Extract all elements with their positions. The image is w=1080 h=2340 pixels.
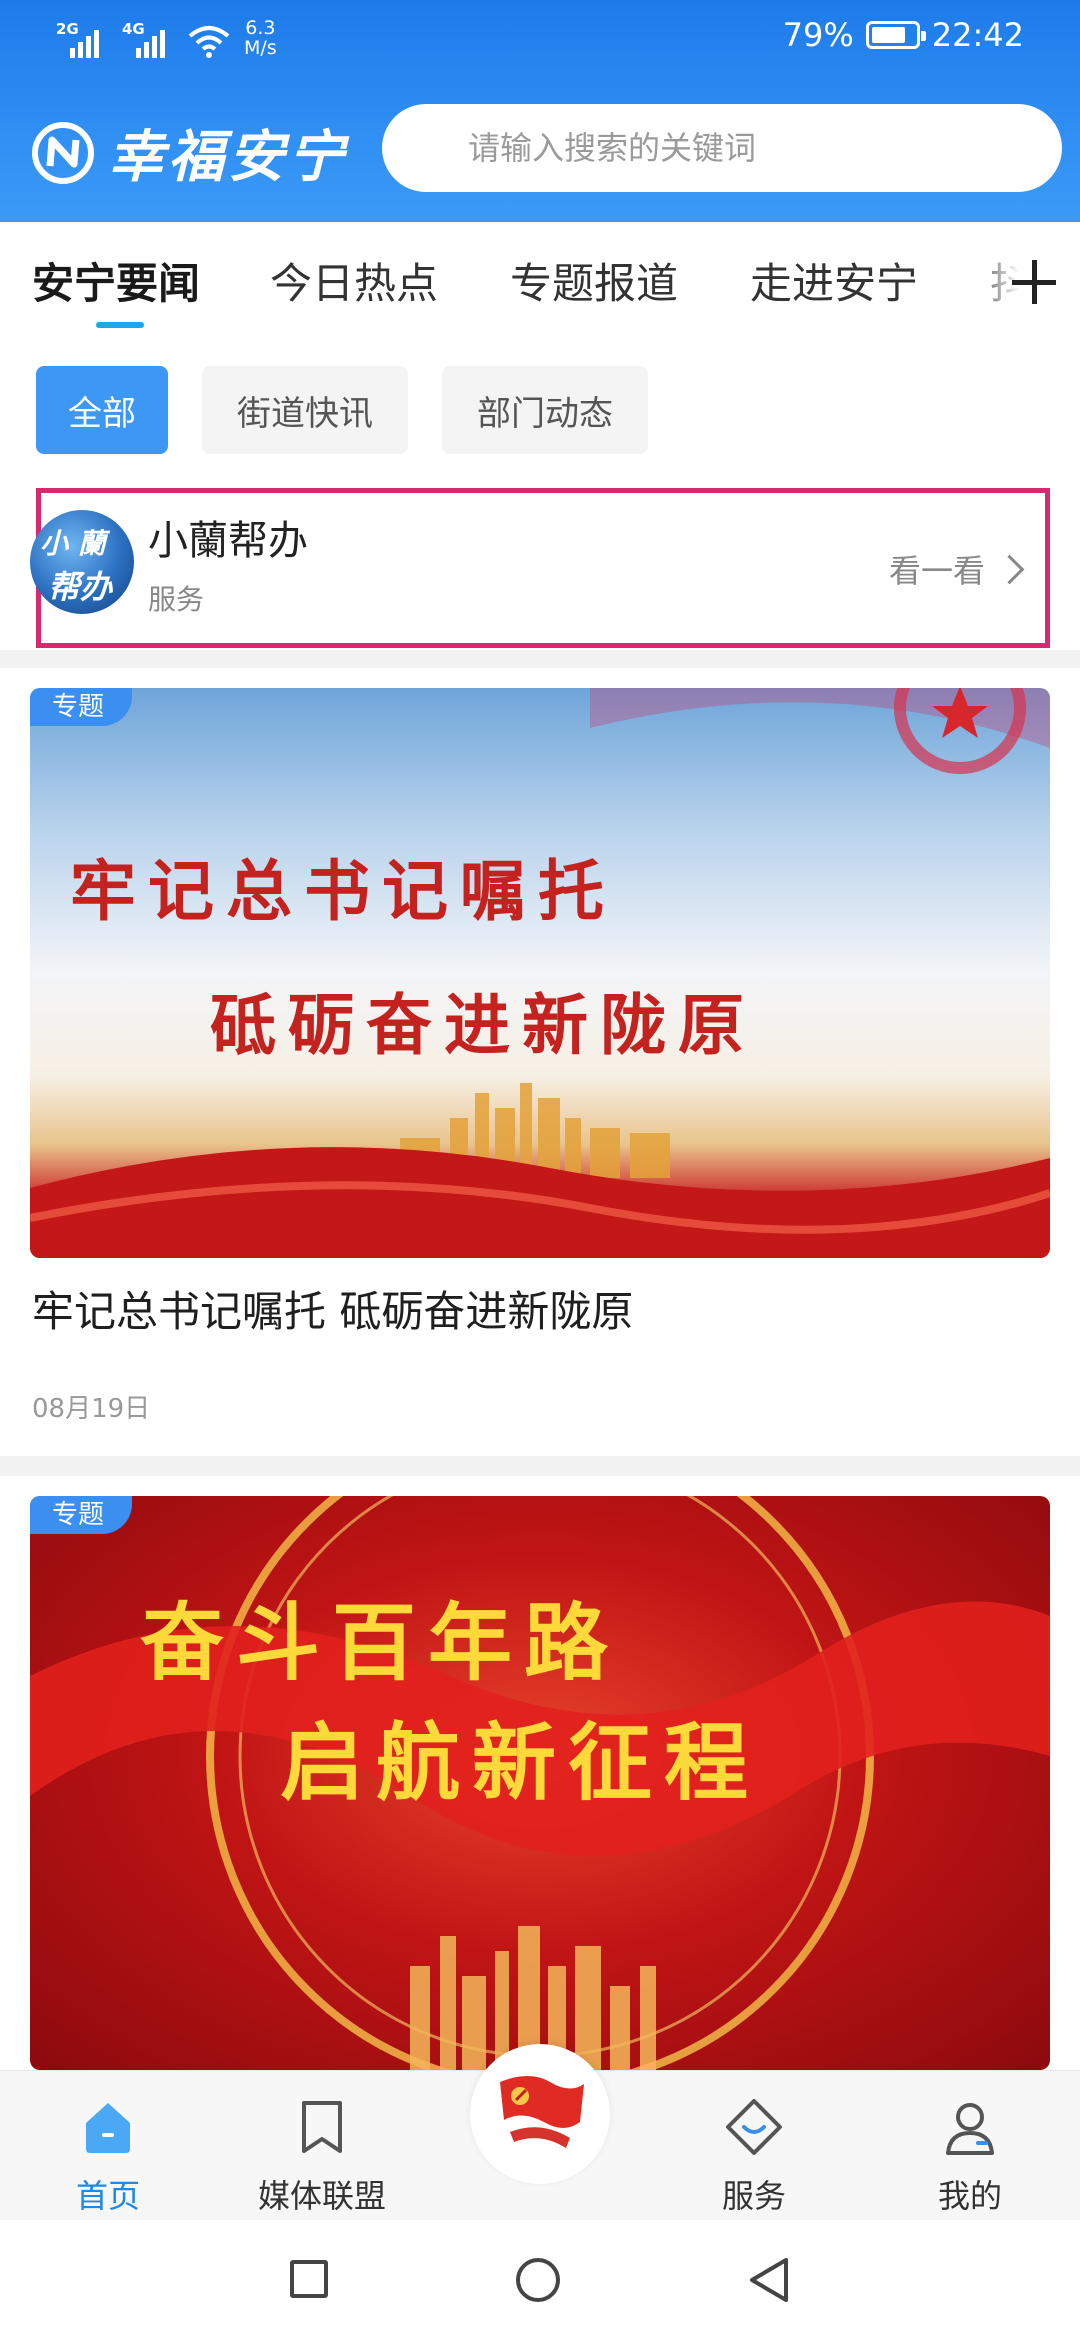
battery-icon [865, 21, 926, 49]
network-speed: 6.3 M/s [244, 18, 277, 58]
poster-headline: 奋斗百年路 [140, 1593, 621, 1692]
system-nav-bar [0, 2220, 1080, 2340]
speed-value: 6.3 [245, 17, 276, 39]
avatar-lettering: 小 蘭 [40, 527, 106, 560]
app-logo: 幸福安宁 [30, 112, 348, 193]
tab-special-report[interactable]: 专题报道 [510, 250, 678, 311]
filter-street-news[interactable]: 街道快讯 [202, 366, 408, 454]
nav-label: 服务 [721, 2177, 786, 2215]
status-bar: 2G 4G 6.3 M/s 79% 22:42 [0, 0, 1080, 80]
filter-department-news[interactable]: 部门动态 [442, 366, 648, 454]
service-avatar: 小 蘭 帮办 [30, 510, 134, 614]
home-icon [86, 2103, 130, 2153]
clock: 22:42 [931, 16, 1024, 54]
bookmark-icon [302, 2101, 342, 2153]
active-tab-indicator [96, 322, 144, 328]
speed-unit: M/s [244, 37, 277, 59]
wifi-icon [188, 26, 230, 58]
filter-all[interactable]: 全部 [36, 366, 168, 454]
nav-label: 首页 [75, 2177, 140, 2215]
poster-headline: 启航新征程 [280, 1713, 761, 1812]
more-label: 看一看 [888, 552, 985, 590]
poster-headline: 牢记总书记嘱托 [70, 852, 616, 930]
nav-center-party-button[interactable] [470, 2044, 610, 2184]
article-date: 08月19日 [32, 1394, 151, 1424]
tab-today-hot[interactable]: 今日热点 [270, 250, 438, 311]
nav-service[interactable]: 服务 [654, 2071, 854, 2221]
nav-label: 我的 [937, 2177, 1002, 2215]
avatar-lettering: 帮办 [48, 568, 113, 606]
service-subtitle: 服务 [148, 583, 205, 616]
article-cover-image: 牢记总书记嘱托 砥砺奋进新陇原 [30, 688, 1050, 1258]
tab-discover-anning[interactable]: 走进安宁 [750, 250, 918, 311]
service-entry[interactable]: 小 蘭 帮办 小蘭帮办 服务 看一看 [0, 470, 1080, 650]
nav-media-alliance[interactable]: 媒体联盟 [222, 2071, 422, 2221]
service-name: 小蘭帮办 [148, 518, 308, 564]
article-cover-image: 奋斗百年路 启航新征程 [30, 1496, 1050, 2070]
recent-apps-icon[interactable] [290, 2260, 328, 2298]
plus-icon[interactable] [1004, 252, 1064, 312]
nav-mine[interactable]: 我的 [870, 2071, 1070, 2221]
home-circle-icon[interactable] [516, 2258, 560, 2302]
signal-2g-icon: 2G [56, 20, 108, 58]
back-icon[interactable] [746, 2256, 792, 2304]
article-title: 牢记总书记嘱托 砥砺奋进新陇原 [32, 1287, 634, 1336]
poster-headline: 砥砺奋进新陇原 [210, 986, 756, 1064]
article-card[interactable]: 专题 奋斗百年路 启航新征程 [0, 1476, 1080, 2076]
user-icon [946, 2103, 994, 2155]
battery-percent: 79% [782, 16, 854, 54]
app-name: 幸福安宁 [108, 124, 348, 190]
party-flag-icon [500, 2076, 584, 2148]
nav-label: 媒体联盟 [257, 2177, 386, 2215]
signal-4g-icon: 4G [122, 20, 174, 58]
article-card[interactable]: 专题 牢记总书记嘱托 砥砺奋进新陇原 牢记总书记嘱托 砥砺奋进新陇原 08月19… [0, 668, 1080, 1456]
topic-badge: 专题 [30, 1496, 133, 1534]
search-input[interactable] [466, 128, 990, 168]
channel-tabs: 安宁要闻 今日热点 专题报道 走进安宁 抖 [0, 222, 1080, 342]
chevron-right-icon [994, 554, 1025, 584]
topic-badge: 专题 [30, 688, 133, 726]
search-bar[interactable] [382, 104, 1062, 192]
sub-filters: 全部 街道快讯 部门动态 [0, 342, 1080, 470]
service-icon [726, 2099, 782, 2155]
app-header: 2G 4G 6.3 M/s 79% 22:42 幸福安宁 请输入搜索的关键词 [0, 0, 1080, 222]
tab-anning-news[interactable]: 安宁要闻 [32, 250, 200, 311]
service-more-link[interactable]: 看一看 [888, 546, 1025, 592]
nav-home[interactable]: 首页 [8, 2071, 208, 2221]
logo-icon [32, 121, 94, 184]
